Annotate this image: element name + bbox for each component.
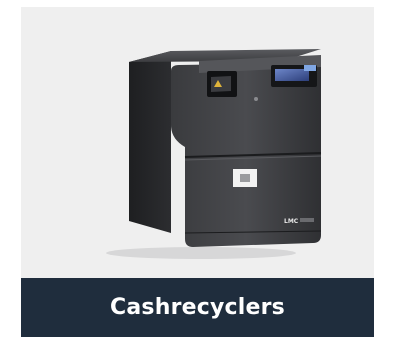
logo-tagline [300,218,314,222]
indicator-light [304,65,316,71]
right-screen [275,69,309,81]
product-image[interactable]: LMC [21,7,374,278]
machine-side-panel [129,51,171,233]
caption-bar[interactable]: Cashrecyclers [21,278,374,337]
dispenser-slot [240,174,250,182]
power-button-icon [254,97,258,101]
device-logo: LMC [284,218,299,225]
product-card[interactable]: LMC Cashrecyclers [21,7,374,337]
cash-recycler-illustration: LMC [106,49,322,259]
card-title[interactable]: Cashrecyclers [110,295,285,320]
left-screen [211,76,231,92]
machine-shadow [106,247,296,259]
